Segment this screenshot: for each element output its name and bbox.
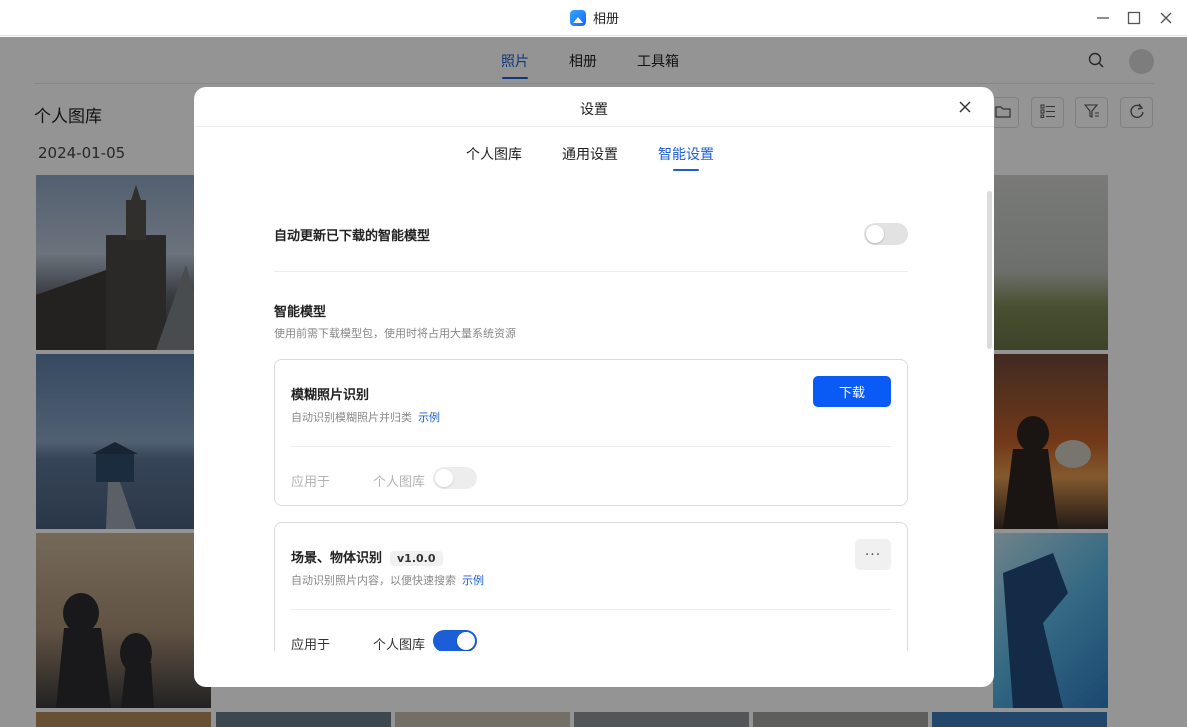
model-card-blur: 模糊照片识别 自动识别模糊照片并归类 示例 下载 应用于 个人图库 (274, 359, 908, 506)
minimize-icon[interactable] (1093, 8, 1113, 28)
toggle-knob (866, 225, 884, 243)
apply-toggle[interactable] (433, 467, 477, 489)
tab-personal-library[interactable]: 个人图库 (466, 144, 522, 164)
model-description: 自动识别照片内容，以便快速搜索 示例 (291, 572, 484, 588)
card-divider (291, 446, 891, 447)
example-link[interactable]: 示例 (462, 574, 484, 587)
window-title: 相册 (593, 12, 620, 27)
example-link[interactable]: 示例 (418, 411, 440, 424)
model-description-text: 自动识别模糊照片并归类 (291, 411, 412, 424)
model-title: 场景、物体识别 (291, 551, 383, 566)
apply-to-label: 应用于 (291, 475, 331, 490)
apply-toggle[interactable] (433, 630, 477, 651)
close-window-icon[interactable] (1156, 8, 1176, 28)
models-section-description: 使用前需下载模型包，使用时将占用大量系统资源 (274, 327, 516, 340)
download-button[interactable]: 下载 (813, 376, 891, 407)
model-description-text: 自动识别照片内容，以便快速搜索 (291, 574, 456, 587)
maximize-icon[interactable] (1124, 8, 1144, 28)
settings-dialog: 设置 个人图库 通用设置 智能设置 自动更新已下载的智能模型 智能模型 使用前需… (194, 87, 994, 687)
tab-general-settings[interactable]: 通用设置 (562, 144, 618, 164)
close-icon[interactable] (956, 98, 974, 116)
more-options-button[interactable]: ··· (855, 539, 891, 570)
photos-app-icon (570, 9, 586, 26)
model-card-scene: 场景、物体识别 v1.0.0 自动识别照片内容，以便快速搜索 示例 ··· 应用于 … (274, 522, 908, 651)
version-badge: v1.0.0 (390, 551, 443, 566)
card-divider (291, 609, 891, 610)
toggle-knob (435, 469, 453, 487)
apply-target-label: 个人图库 (373, 475, 426, 490)
section-divider (274, 271, 908, 272)
app-title: 相册 (570, 8, 619, 27)
more-icon: ··· (864, 546, 882, 563)
model-title: 模糊照片识别 (291, 388, 370, 403)
dialog-title: 设置 (580, 102, 608, 118)
dialog-tab-indicator (673, 169, 699, 171)
title-bar: 相册 (0, 0, 1187, 36)
auto-update-label: 自动更新已下载的智能模型 (274, 229, 431, 244)
model-title-row: 场景、物体识别 v1.0.0 (291, 547, 443, 566)
smart-settings-panel: 自动更新已下载的智能模型 智能模型 使用前需下载模型包，使用时将占用大量系统资源… (274, 183, 908, 651)
tab-smart-settings[interactable]: 智能设置 (658, 144, 714, 164)
apply-to-label: 应用于 (291, 638, 331, 651)
toggle-knob (457, 632, 475, 650)
scrollbar[interactable] (987, 191, 992, 349)
model-description: 自动识别模糊照片并归类 示例 (291, 409, 440, 425)
apply-target-label: 个人图库 (373, 638, 426, 651)
dialog-divider (194, 126, 994, 127)
models-section-title: 智能模型 (274, 305, 327, 320)
auto-update-toggle[interactable] (864, 223, 908, 245)
